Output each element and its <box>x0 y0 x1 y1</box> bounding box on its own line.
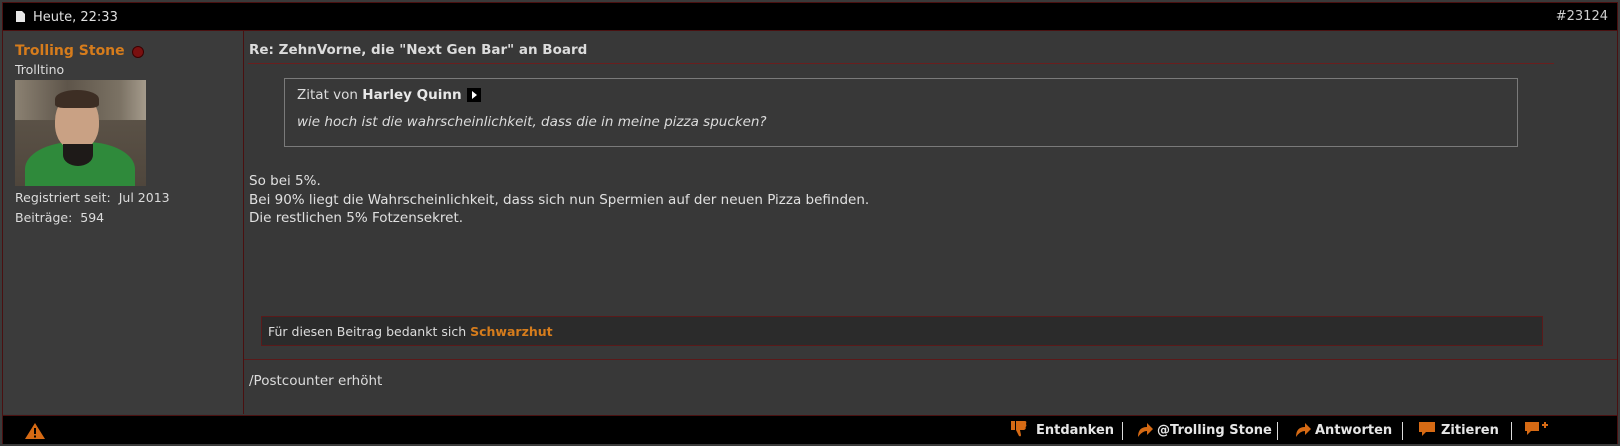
post-header: Heute, 22:33 #23124 <box>3 3 1617 31</box>
offline-status-icon <box>132 46 144 58</box>
user-avatar[interactable] <box>15 80 146 186</box>
reply-button[interactable]: Antworten <box>1315 423 1392 438</box>
post-number-link[interactable]: #23124 <box>1556 9 1608 24</box>
separator <box>1402 422 1403 440</box>
quote-header: Zitat von Harley Quinn <box>297 87 481 103</box>
quote-box: Zitat von Harley Quinn wie hoch ist die … <box>284 78 1518 147</box>
quote-prefix: Zitat von <box>297 87 358 103</box>
registered-label: Registriert seit: <box>15 190 111 205</box>
title-divider <box>248 63 1554 64</box>
separator <box>1122 422 1123 440</box>
thanks-user-link[interactable]: Schwarzhut <box>470 324 553 339</box>
thanks-box: Für diesen Beitrag bedankt sich Schwarzh… <box>261 316 1543 346</box>
thumbs-down-icon[interactable] <box>1009 419 1029 439</box>
signature: /Postcounter erhöht <box>249 373 383 389</box>
post-content: Re: ZehnVorne, die "Next Gen Bar" an Boa… <box>244 31 1617 414</box>
thanks-prefix: Für diesen Beitrag bedankt sich <box>268 324 467 339</box>
quote-button[interactable]: Zitieren <box>1441 423 1499 438</box>
view-post-arrow-icon[interactable] <box>466 88 481 102</box>
registered-value: Jul 2013 <box>118 190 170 205</box>
post-body: So bei 5%. Bei 90% liegt die Wahrscheinl… <box>249 172 869 228</box>
unthank-button[interactable]: Entdanken <box>1036 423 1114 438</box>
document-icon <box>16 11 25 22</box>
body-line: Die restlichen 5% Fotzensekret. <box>249 210 464 226</box>
mention-arrow-icon[interactable] <box>1134 419 1154 439</box>
post-date: Heute, 22:33 <box>33 10 118 25</box>
posts-value: 594 <box>80 210 105 225</box>
user-info-column: Trolling Stone Trolltino Registriert sei… <box>3 31 244 414</box>
separator <box>1511 422 1512 440</box>
username-link[interactable]: Trolling Stone <box>15 43 125 59</box>
quote-author: Harley Quinn <box>362 87 462 103</box>
user-rank: Trolltino <box>15 62 65 77</box>
posts-label: Beiträge: <box>15 210 73 225</box>
posts-stat: Beiträge: 594 <box>15 210 104 225</box>
separator <box>1277 422 1278 440</box>
report-warning-icon[interactable] <box>24 422 46 440</box>
quote-bubble-icon[interactable] <box>1417 419 1437 439</box>
signature-divider <box>244 359 1617 360</box>
reply-arrow-icon[interactable] <box>1292 419 1312 439</box>
mention-button[interactable]: @Trolling Stone <box>1157 423 1272 438</box>
quote-text: wie hoch ist die wahrscheinlichkeit, das… <box>297 114 767 130</box>
registered-stat: Registriert seit: Jul 2013 <box>15 190 170 205</box>
body-line: Bei 90% liegt die Wahrscheinlichkeit, da… <box>249 191 870 208</box>
multiquote-add-icon[interactable] <box>1523 419 1549 439</box>
post-container: Heute, 22:33 #23124 Trolling Stone Troll… <box>2 2 1618 444</box>
post-footer: Entdanken @Trolling Stone Antworten Ziti… <box>3 415 1617 444</box>
body-line: So bei 5%. <box>249 173 321 189</box>
post-title: Re: ZehnVorne, die "Next Gen Bar" an Boa… <box>249 42 588 58</box>
